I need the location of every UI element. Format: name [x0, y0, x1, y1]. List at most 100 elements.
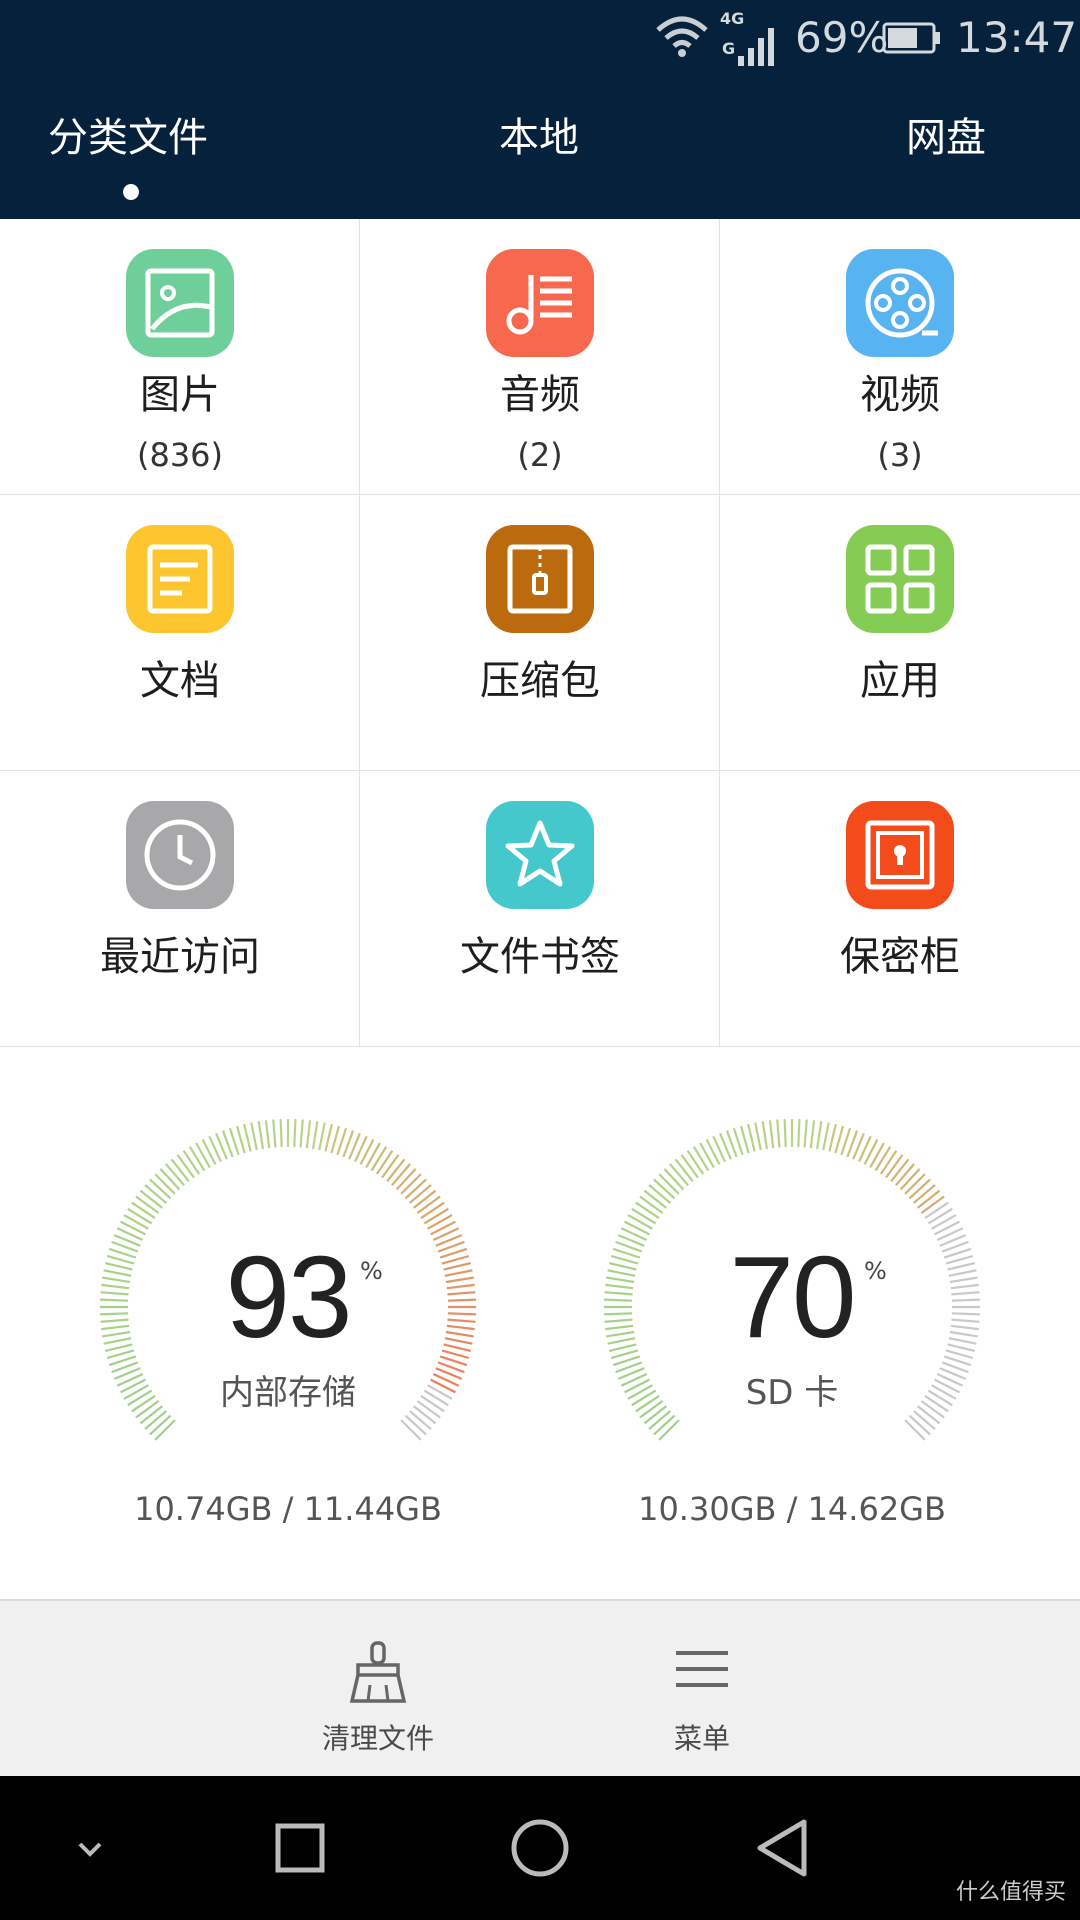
percent-unit: % — [360, 1257, 383, 1285]
gauge-tick — [149, 1414, 172, 1436]
active-tab-indicator — [123, 184, 139, 200]
category-recent[interactable]: 最近访问 — [0, 771, 360, 1047]
gauge-tick — [311, 1121, 319, 1150]
gauge-tick — [423, 1207, 449, 1225]
gauge-tick — [123, 1214, 149, 1230]
category-images[interactable]: 图片 (836) — [0, 219, 360, 495]
category-audio[interactable]: 音频 (2) — [360, 219, 720, 495]
category-grid: 图片 (836) 音频 (2) 视频 (3) 文档 压缩包 应用 最近访问 文件… — [0, 219, 1080, 1047]
category-label: 应用 — [860, 658, 940, 704]
system-navigation-bar: 什么值得买 — [0, 1776, 1080, 1920]
image-icon — [126, 249, 234, 357]
gauge-tick — [391, 1163, 411, 1187]
category-label: 文件书签 — [460, 934, 620, 980]
gauge-tick — [404, 1178, 427, 1200]
gauge-tick — [413, 1189, 437, 1209]
storage-name: 内部存储 — [220, 1373, 356, 1413]
tab-local[interactable]: 本地 — [499, 110, 579, 166]
zip-archive-icon — [486, 525, 594, 633]
gauge-tick — [330, 1125, 341, 1154]
gauge-tick — [264, 1120, 271, 1149]
category-documents[interactable]: 文档 — [0, 495, 360, 771]
gauge-tick — [165, 1163, 185, 1187]
gauge-tick — [874, 1146, 892, 1172]
battery-percent: 69% — [795, 13, 889, 62]
category-safe[interactable]: 保密柜 — [720, 771, 1080, 1047]
gauge-tick — [631, 1207, 657, 1225]
storage-usage: 10.74GB / 11.44GB — [134, 1490, 442, 1528]
gauge-tick — [924, 1201, 949, 1220]
storage-panel: 93 % 内部存储 10.74GB / 11.44GB 70 % SD 卡 10… — [0, 1047, 1080, 1599]
gauge-tick — [828, 1123, 837, 1152]
gauge-tick — [822, 1122, 830, 1151]
gauge-tick — [324, 1123, 333, 1152]
gauge-tick — [658, 1173, 680, 1195]
gauge-tick — [135, 1195, 160, 1214]
gauge-tick — [427, 1214, 453, 1230]
sd-card-gauge[interactable]: 70 % SD 卡 — [592, 1107, 992, 1507]
gauge-tick — [154, 1419, 176, 1441]
recents-icon[interactable] — [252, 1800, 348, 1896]
network-type-label: 4G — [720, 9, 745, 28]
category-label: 最近访问 — [100, 934, 260, 980]
gauge-tick — [920, 1195, 945, 1214]
music-icon — [486, 249, 594, 357]
gauge-tick — [635, 1201, 660, 1220]
menu-button[interactable]: 菜单 — [602, 1601, 802, 1778]
gauge-tick — [917, 1189, 941, 1209]
gauge-tick — [279, 1119, 283, 1148]
gauge-tick — [899, 1168, 921, 1191]
gauge-tick — [149, 1178, 172, 1200]
document-icon — [126, 525, 234, 633]
clean-files-button[interactable]: 清理文件 — [278, 1601, 478, 1778]
gauge-tick — [658, 1419, 680, 1441]
gauge-tick — [648, 1184, 672, 1204]
gauge-tick — [408, 1184, 432, 1204]
category-archives[interactable]: 压缩包 — [360, 495, 720, 771]
gauge-tick — [803, 1119, 808, 1148]
percent-unit: % — [864, 1257, 887, 1285]
gauge-tick — [908, 1178, 931, 1200]
bottom-action-bar: 清理文件 菜单 — [0, 1599, 1080, 1776]
gauge-tick — [783, 1119, 787, 1148]
category-bookmarks[interactable]: 文件书签 — [360, 771, 720, 1047]
gauge-tick — [293, 1119, 297, 1148]
gauge-tick — [739, 1125, 750, 1154]
gauge-tick — [188, 1146, 206, 1172]
gauge-tick — [257, 1121, 265, 1150]
category-label: 音频 — [500, 372, 580, 418]
safe-icon — [846, 801, 954, 909]
menu-label: 菜单 — [673, 1722, 730, 1755]
gauge-tick — [400, 1419, 422, 1441]
gauge-tick — [747, 1123, 756, 1152]
gauge-tick — [927, 1207, 953, 1225]
gauge-tick — [761, 1121, 769, 1150]
gauge-tick — [912, 1184, 936, 1204]
storage-usage: 10.30GB / 14.62GB — [638, 1490, 946, 1528]
category-video[interactable]: 视频 (3) — [720, 219, 1080, 495]
gauge-tick — [420, 1201, 445, 1220]
category-count: (3) — [877, 436, 923, 474]
gauge-tick — [834, 1125, 845, 1154]
gauge-tick — [692, 1146, 710, 1172]
internal-storage-gauge[interactable]: 93 % 内部存储 — [88, 1107, 488, 1507]
clock-icon — [126, 801, 234, 909]
gauge-tick — [879, 1150, 898, 1175]
gauge-tick — [139, 1189, 163, 1209]
gauge-tick — [127, 1207, 153, 1225]
gauge-tick — [890, 1158, 910, 1182]
gauge-tick — [908, 1414, 931, 1436]
home-icon[interactable] — [492, 1800, 588, 1896]
storage-percent: 93 — [225, 1232, 352, 1362]
tab-categories[interactable]: 分类文件 — [48, 110, 208, 166]
menu-icon — [676, 1651, 728, 1687]
tab-cloud[interactable]: 网盘 — [906, 110, 986, 166]
gauge-tick — [639, 1195, 664, 1214]
back-icon[interactable] — [732, 1800, 828, 1896]
category-apps[interactable]: 应用 — [720, 495, 1080, 771]
gauge-tick — [809, 1120, 816, 1149]
gauge-tick — [643, 1189, 667, 1209]
top-tabs: 分类文件 本地 网盘 — [0, 110, 1080, 200]
hide-keyboard-icon[interactable] — [42, 1800, 138, 1896]
gauge-tick — [686, 1150, 705, 1175]
